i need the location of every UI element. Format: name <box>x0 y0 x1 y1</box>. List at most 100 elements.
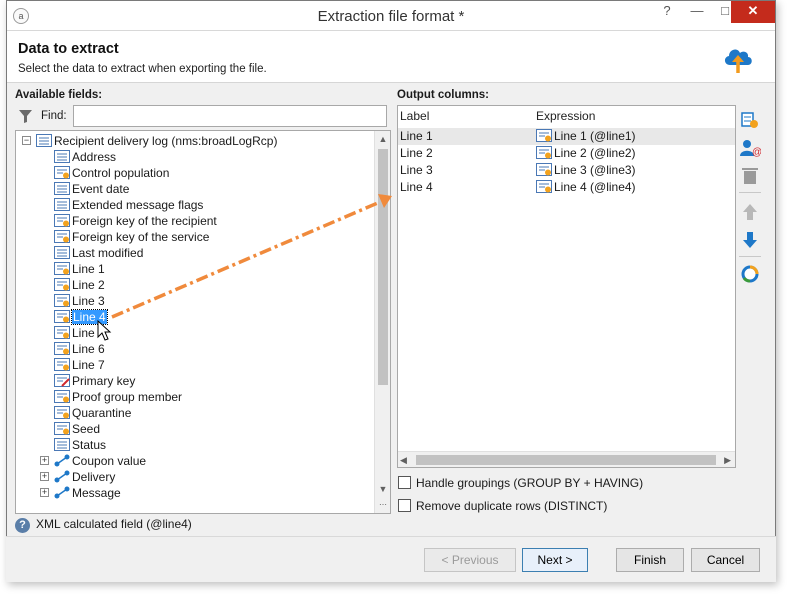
toolbar-separator <box>739 192 761 193</box>
calculated-field-icon <box>536 180 552 193</box>
tree-item-selected[interactable]: Line 4 <box>54 309 108 325</box>
output-row-label: Line 2 <box>400 146 433 160</box>
cloud-upload-icon <box>724 49 752 73</box>
more-icon[interactable]: ⋯ <box>375 497 390 513</box>
delete-icon[interactable] <box>739 166 761 186</box>
tree-item-label: Line 6 <box>72 342 105 356</box>
tree-item[interactable]: Quarantine <box>54 405 131 421</box>
minimize-button[interactable]: — <box>683 1 711 23</box>
tree-item-label: Line 7 <box>72 358 105 372</box>
output-horizontal-scrollbar[interactable]: ◀ ▶ <box>398 451 735 467</box>
tree-item-label: Delivery <box>72 470 116 484</box>
tree-item[interactable]: Status <box>54 437 106 453</box>
expression-text: Line 2 (@line2) <box>554 146 636 160</box>
calculated-field-icon <box>54 230 70 243</box>
output-row[interactable]: Line 2 Line 2 (@line2) <box>398 145 735 162</box>
handle-groupings-option[interactable]: Handle groupings (GROUP BY + HAVING) <box>398 476 643 490</box>
tree-root[interactable]: Recipient delivery log (nms:broadLogRcp) <box>36 133 277 149</box>
tree-item[interactable]: Control population <box>54 165 169 181</box>
output-row[interactable]: Line 3 Line 3 (@line3) <box>398 162 735 179</box>
move-down-icon[interactable] <box>739 230 761 250</box>
add-user-field-icon[interactable]: @ <box>739 138 761 158</box>
table-icon <box>36 134 52 147</box>
link-icon <box>54 470 70 483</box>
output-row[interactable]: Line 4 Line 4 (@line4) <box>398 179 735 196</box>
field-icon <box>54 182 70 195</box>
tree-item[interactable]: Extended message flags <box>54 197 203 213</box>
tree-item-label: Foreign key of the service <box>72 230 210 244</box>
expand-toggle[interactable]: + <box>40 472 49 481</box>
expand-toggle[interactable]: + <box>40 488 49 497</box>
calculated-field-icon <box>54 278 70 291</box>
add-column-icon[interactable] <box>739 110 761 130</box>
output-row[interactable]: Line 1 Line 1 (@line1) <box>398 128 735 145</box>
output-row-expression: Line 3 (@line3) <box>536 162 636 179</box>
tree-item-label: Seed <box>72 422 101 436</box>
tree-item[interactable]: Line 3 <box>54 293 105 309</box>
tree-item[interactable]: Event date <box>54 181 129 197</box>
toolbar-separator <box>739 256 761 257</box>
tree-item-label: Coupon value <box>72 454 147 468</box>
output-columns-label: Output columns: <box>397 89 489 101</box>
tree-item[interactable]: Line <box>54 325 95 341</box>
field-description-text: XML calculated field (@line4) <box>36 517 192 531</box>
page-subtitle: Select the data to extract when exportin… <box>18 63 267 75</box>
calculated-field-icon <box>54 310 70 323</box>
tree-link-item[interactable]: Message <box>54 485 121 501</box>
scroll-thumb[interactable] <box>378 149 388 385</box>
tree-vertical-scrollbar[interactable]: ▲ ▼ ⋯ <box>374 131 390 513</box>
distribution-icon[interactable] <box>739 264 761 284</box>
tree-item[interactable]: Line 7 <box>54 357 105 373</box>
finish-button[interactable]: Finish <box>616 548 684 572</box>
tree-item[interactable]: Line 2 <box>54 277 105 293</box>
tree-link-item[interactable]: Delivery <box>54 469 115 485</box>
cancel-button[interactable]: Cancel <box>691 548 760 572</box>
tree-item-label: Control population <box>72 166 170 180</box>
tree-item-label: Line <box>72 326 95 340</box>
collapse-root-toggle[interactable]: − <box>22 136 31 145</box>
output-row-expression: Line 4 (@line4) <box>536 179 636 196</box>
fields-tree[interactable]: − Recipient delivery log (nms:broadLogRc… <box>15 130 391 514</box>
output-row-expression: Line 1 (@line1) <box>536 128 636 145</box>
find-label: Find: <box>41 110 67 122</box>
scroll-right-arrow[interactable]: ▶ <box>724 452 731 467</box>
expand-toggle[interactable]: + <box>40 456 49 465</box>
next-button[interactable]: Next > <box>522 548 588 572</box>
handle-groupings-checkbox[interactable] <box>398 476 411 489</box>
output-columns-list[interactable]: Label Expression Line 1 Line 1 (@line1) … <box>397 105 736 468</box>
scroll-up-arrow[interactable]: ▲ <box>375 131 390 147</box>
output-row-label: Line 4 <box>400 180 433 194</box>
tree-item[interactable]: Foreign key of the recipient <box>54 213 217 229</box>
scroll-left-arrow[interactable]: ◀ <box>400 452 407 467</box>
calculated-field-icon <box>54 326 70 339</box>
tree-item[interactable]: Last modified <box>54 245 143 261</box>
tree-item[interactable]: Line 6 <box>54 341 105 357</box>
previous-button[interactable]: < Previous <box>424 548 516 572</box>
find-input[interactable] <box>73 105 387 127</box>
close-button[interactable]: ✕ <box>731 1 775 23</box>
tree-item[interactable]: Address <box>54 149 116 165</box>
tree-item-label: Line 2 <box>72 278 105 292</box>
key-field-icon <box>54 374 70 387</box>
tree-item[interactable]: Foreign key of the service <box>54 229 209 245</box>
tree-item[interactable]: Line 1 <box>54 261 105 277</box>
handle-groupings-label: Handle groupings (GROUP BY + HAVING) <box>416 476 644 490</box>
calculated-field-icon <box>536 163 552 176</box>
tree-item[interactable]: Primary key <box>54 373 135 389</box>
calculated-field-icon <box>54 358 70 371</box>
move-up-icon[interactable] <box>739 202 761 222</box>
remove-duplicates-checkbox[interactable] <box>398 499 411 512</box>
help-button[interactable]: ? <box>653 1 681 23</box>
tree-item-label: Line 1 <box>72 262 105 276</box>
tree-item[interactable]: Proof group member <box>54 389 182 405</box>
column-header-label[interactable]: Label <box>400 106 429 126</box>
tree-link-item[interactable]: Coupon value <box>54 453 146 469</box>
calculated-field-icon <box>54 406 70 419</box>
field-icon <box>54 198 70 211</box>
scroll-down-arrow[interactable]: ▼ <box>375 481 390 497</box>
scroll-thumb[interactable] <box>416 455 716 465</box>
column-header-expression[interactable]: Expression <box>536 106 595 126</box>
tree-item[interactable]: Seed <box>54 421 100 437</box>
remove-duplicates-option[interactable]: Remove duplicate rows (DISTINCT) <box>398 499 607 513</box>
svg-text:@: @ <box>752 147 761 158</box>
